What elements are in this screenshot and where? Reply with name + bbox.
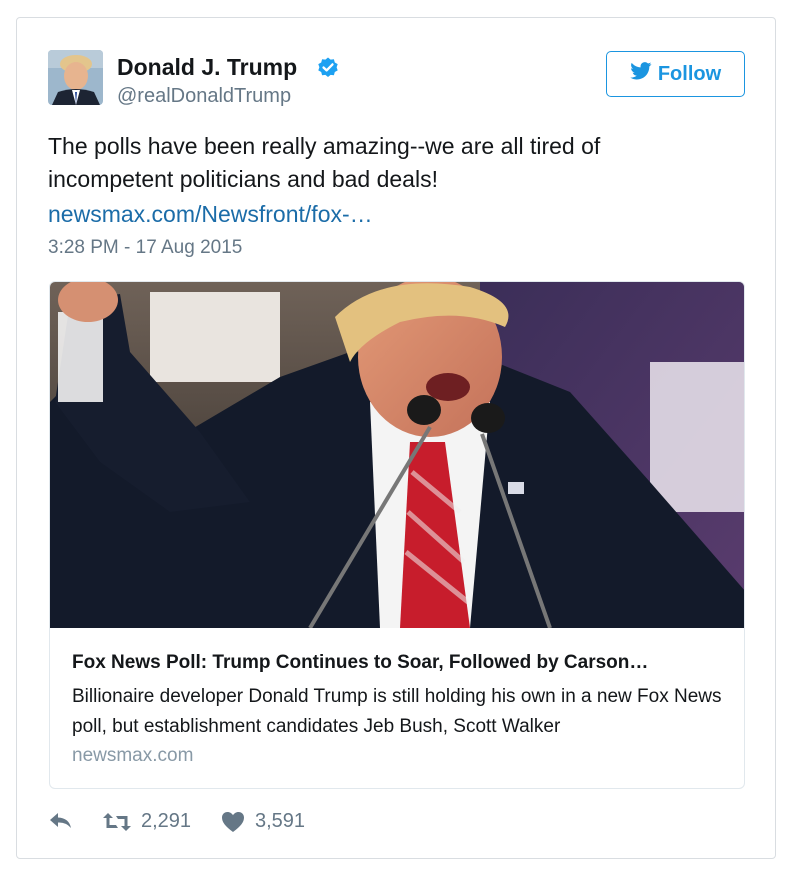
- verified-badge-icon: [316, 56, 340, 80]
- tweet-text: The polls have been really amazing--we a…: [48, 133, 601, 192]
- reply-icon: [48, 810, 74, 832]
- follow-label: Follow: [657, 62, 722, 85]
- link-preview-card[interactable]: Fox News Poll: Trump Continues to Soar, …: [49, 281, 745, 789]
- retweet-count: 2,291: [141, 810, 192, 832]
- card-image: [50, 282, 744, 628]
- like-count: 3,591: [255, 810, 306, 832]
- card-title: Fox News Poll: Trump Continues to Soar, …: [72, 652, 649, 673]
- retweet-button[interactable]: 2,291: [103, 810, 191, 833]
- tweet-actions: 2,291 3,591: [48, 810, 448, 840]
- card-description: Billionaire developer Donald Trump is st…: [72, 686, 722, 737]
- twitter-bird-icon: [630, 62, 652, 86]
- tweet-timestamp[interactable]: 3:28 PM - 17 Aug 2015: [48, 237, 242, 259]
- heart-icon: [221, 811, 245, 833]
- retweet-icon: [103, 811, 131, 833]
- tweet-link[interactable]: newsmax.com/Newsfront/fox-…: [48, 201, 373, 228]
- card-domain: newsmax.com: [72, 745, 194, 766]
- reply-button[interactable]: [48, 810, 74, 832]
- author-name[interactable]: Donald J. Trump: [117, 54, 297, 81]
- follow-button[interactable]: Follow: [606, 51, 745, 97]
- avatar[interactable]: [48, 50, 103, 105]
- tweet-card: Donald J. Trump @realDonaldTrump Follow …: [16, 17, 776, 859]
- author-handle[interactable]: @realDonaldTrump: [117, 85, 291, 108]
- like-button[interactable]: 3,591: [221, 810, 305, 833]
